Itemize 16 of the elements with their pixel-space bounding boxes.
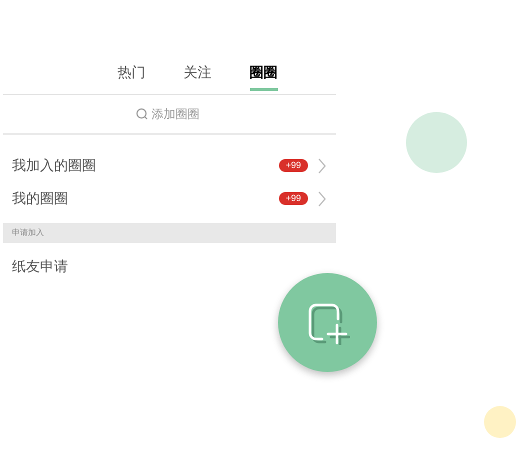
row-label: 我加入的圈圈 bbox=[12, 156, 97, 175]
section-header: 申请加入 bbox=[3, 223, 336, 243]
search-icon bbox=[136, 108, 148, 120]
tab[interactable]: 热门 bbox=[118, 60, 146, 91]
tab[interactable]: 圈圈 bbox=[250, 60, 278, 91]
tab[interactable]: 关注 bbox=[184, 60, 212, 91]
list-row[interactable]: 纸友申请 bbox=[3, 243, 336, 289]
list-row[interactable]: 我的圈圈 +99 bbox=[3, 182, 336, 215]
count-badge: +99 bbox=[278, 159, 308, 172]
chevron-right-icon bbox=[318, 190, 326, 206]
count-badge: +99 bbox=[278, 192, 308, 205]
chevron-right-icon bbox=[318, 158, 326, 174]
row-label: 我的圈圈 bbox=[12, 189, 69, 208]
add-button[interactable] bbox=[278, 273, 377, 372]
list-row[interactable]: 我加入的圈圈 +99 bbox=[3, 149, 336, 182]
search-field[interactable]: 添加圈圈 bbox=[152, 105, 204, 123]
